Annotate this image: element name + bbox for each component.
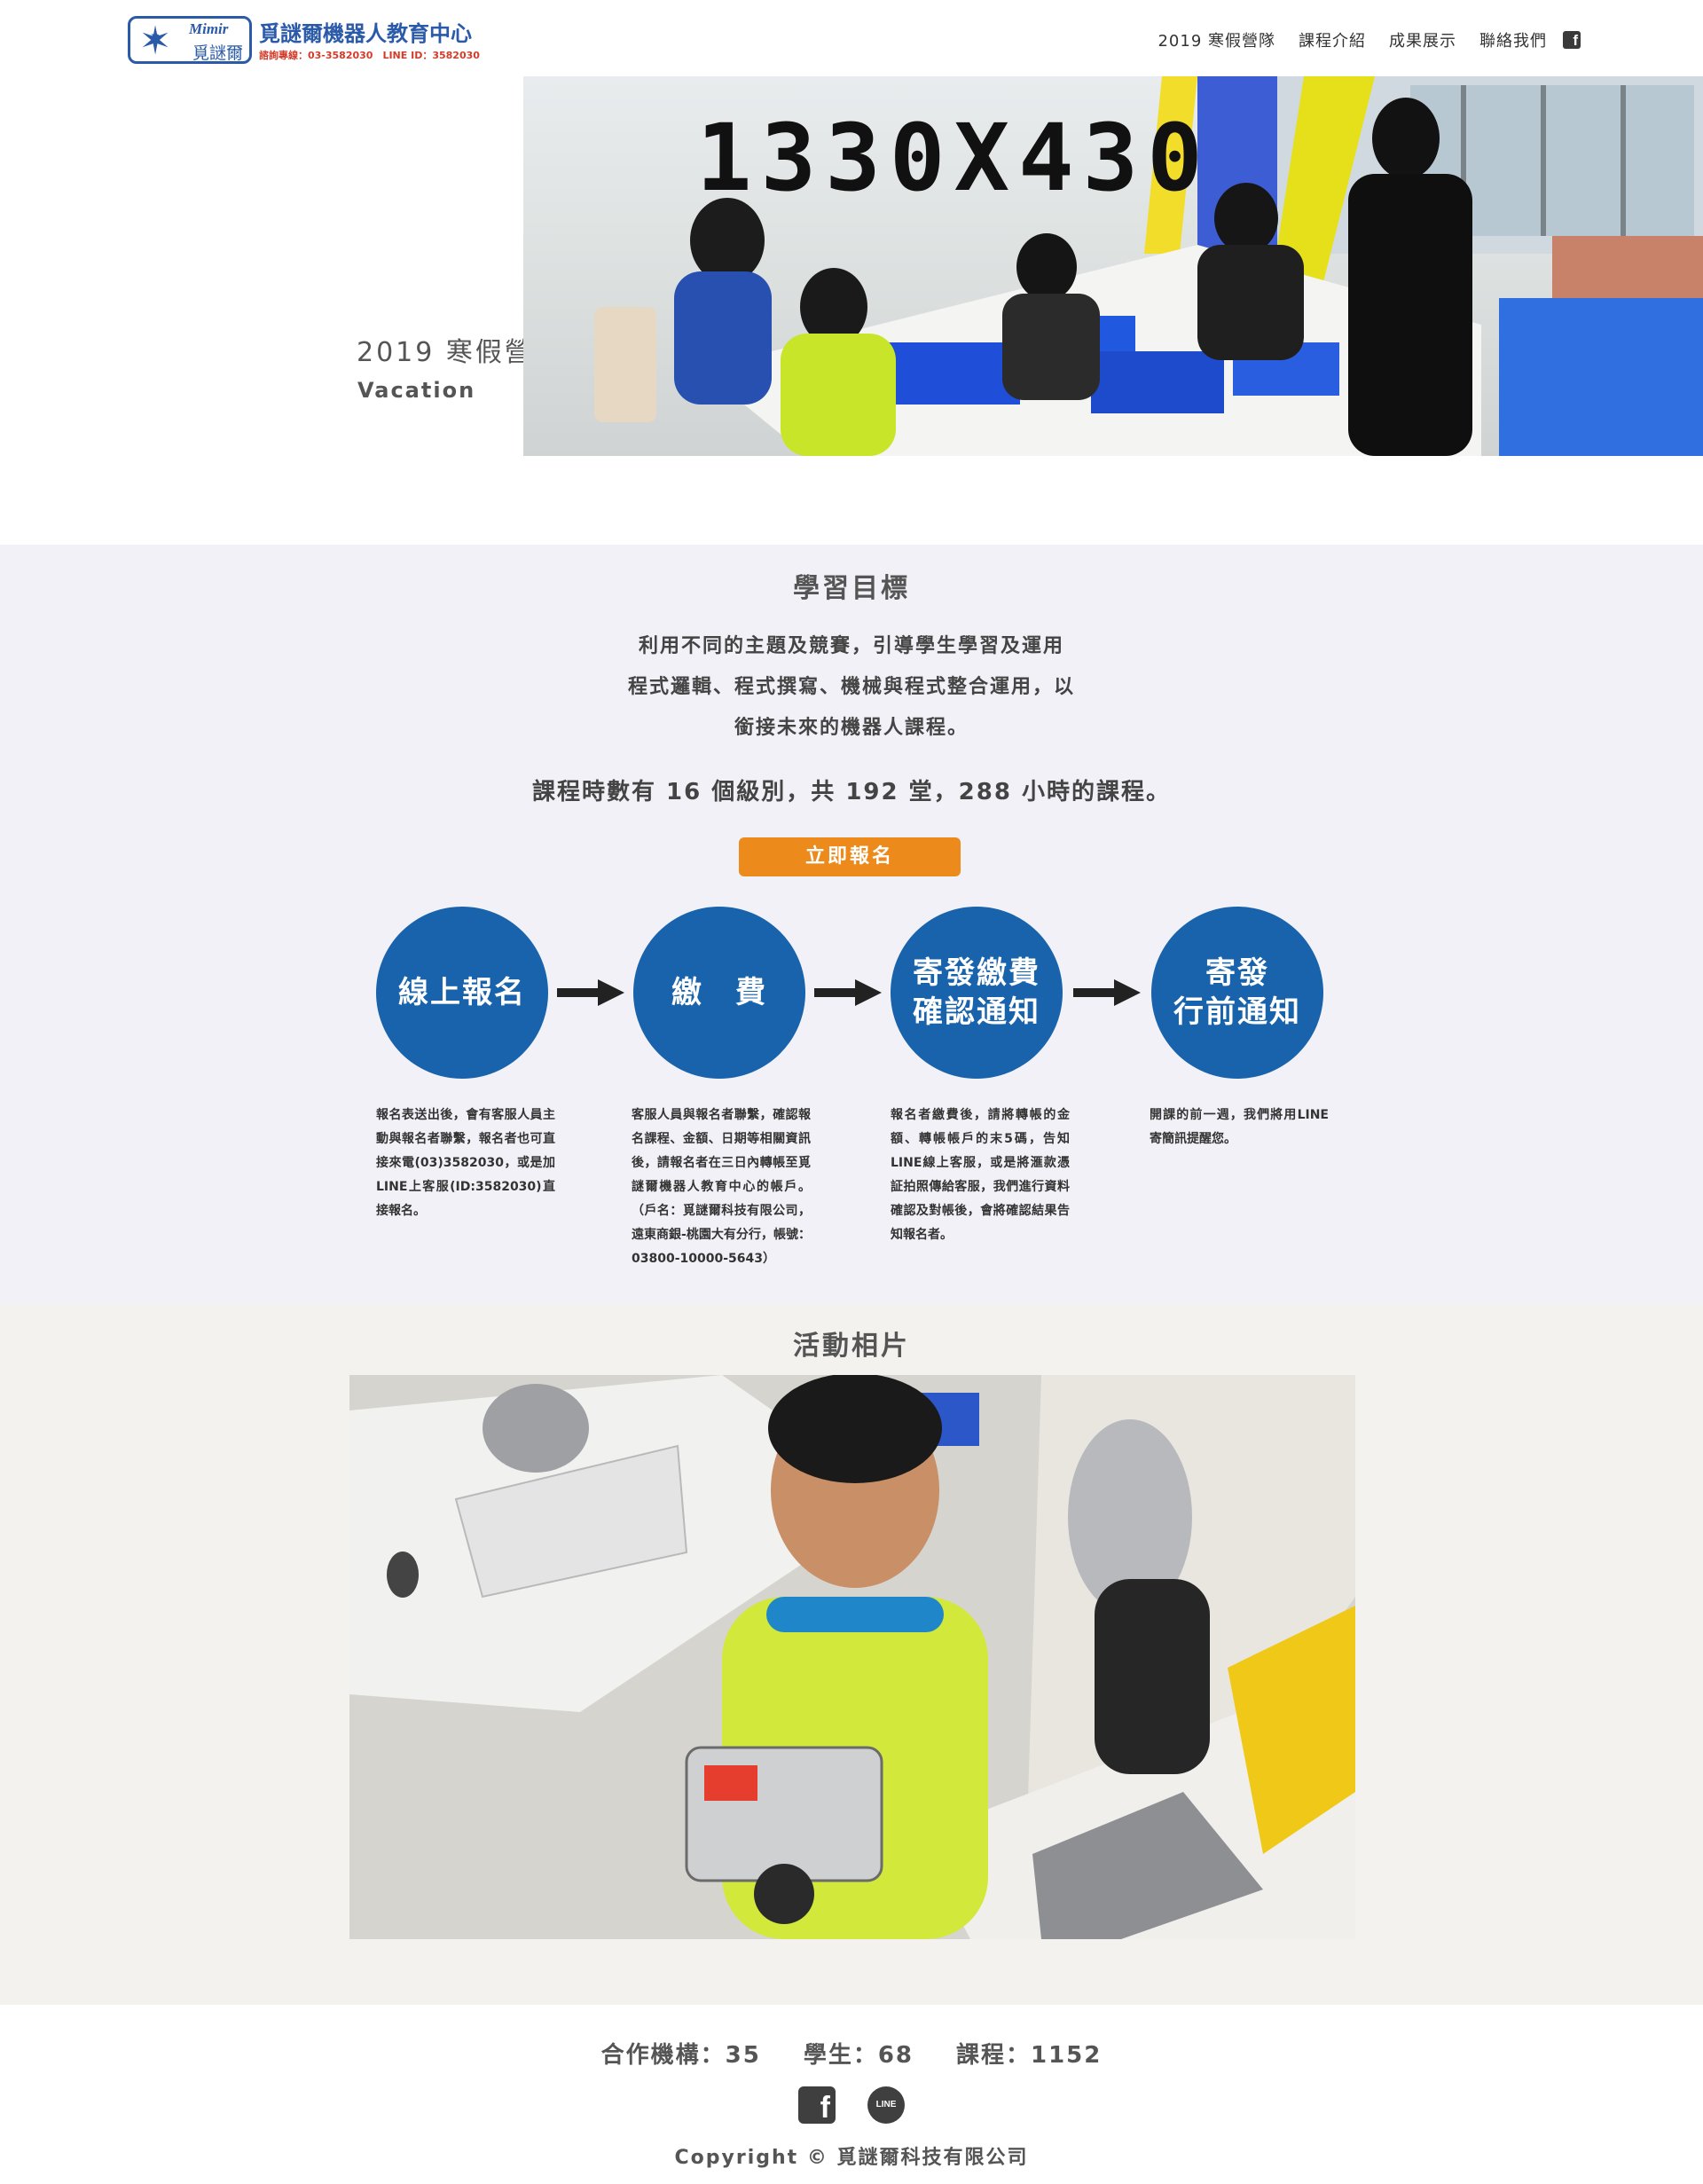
nav-courses[interactable]: 課程介紹 [1299, 28, 1366, 51]
site-contact-line: 諮詢專線：03-3582030 LINE ID：3582030 [259, 50, 480, 61]
facebook-icon[interactable]: f [1563, 31, 1581, 49]
nav-showcase[interactable]: 成果展示 [1389, 28, 1456, 51]
step-description: 客服人員與報名者聯繫，確認報名課程、金額、日期等相關資訊後，請報名者在三日內轉帳… [632, 1108, 811, 1266]
step-online-signup: 線上報名 [376, 907, 548, 1079]
hero-banner: 2019 寒假營隊 Vacation 1330X430 [0, 76, 1703, 456]
step-description: 報名表送出後，會有客服人員主動與報名者聯繫，報名者也可直接來電(03)35820… [376, 1108, 555, 1218]
step-description: 報名者繳費後，請將轉帳的金額、轉帳帳戶的末5碼，告知LINE線上客服，或是將滙款… [891, 1108, 1070, 1242]
photos-title: 活動相片 [793, 1331, 910, 1362]
course-hours-text: 課程時數有 16 個級別，共 192 堂，288 小時的課程。 [532, 779, 1171, 805]
nav-winter-camp[interactable]: 2019 寒假營隊 [1158, 28, 1275, 51]
goals-description: 利用不同的主題及競賽，引導學生學習及運用 程式邏輯、程式撰寫、機械與程式整合運用… [0, 626, 1703, 749]
social-links: f LINE [0, 2086, 1703, 2125]
logo-zh-text: 覓謎爾 [192, 43, 244, 63]
signup-button[interactable]: 立即報名 [739, 837, 961, 876]
goals-line: 銜接未來的機器人課程。 [734, 717, 969, 739]
learning-goals-section: 學習目標 利用不同的主題及競賽，引導學生學習及運用 程式邏輯、程式撰寫、機械與程… [0, 545, 1703, 1304]
arrow-right-icon [557, 979, 624, 1006]
step-label: 線上報名 [398, 975, 526, 1010]
line-icon[interactable]: LINE [867, 2086, 905, 2124]
activity-photo[interactable] [349, 1375, 1355, 1939]
logo-r-mark: R [151, 32, 161, 47]
stat-partners: 合作機構：35 [600, 2042, 761, 2069]
activity-photos-section: 活動相片 [0, 1304, 1703, 2005]
site-header: ✶ R Mimir 覓謎爾 覓謎爾機器人教育中心 諮詢專線：03-3582030… [0, 0, 1703, 76]
goals-line: 利用不同的主題及競賽，引導學生學習及運用 [638, 635, 1064, 657]
logo-badge: ✶ R Mimir 覓謎爾 [128, 16, 252, 64]
step-label: 寄發 [1205, 955, 1269, 991]
step-payment: 繳 費 [633, 907, 805, 1079]
stat-students: 學生：68 [803, 2042, 914, 2069]
hero-classroom-image: 1330X430 [594, 76, 1703, 456]
arrow-right-icon [814, 979, 882, 1006]
hero-subtitle: Vacation [357, 378, 476, 403]
main-nav: 2019 寒假營隊 課程介紹 成果展示 聯絡我們 f [1134, 27, 1581, 53]
arrow-right-icon [1073, 979, 1141, 1006]
hero-photo: 1330X430 [523, 76, 1703, 456]
step-label: 寄發繳費 [913, 955, 1040, 991]
site-title: 覓謎爾機器人教育中心 [259, 21, 472, 46]
stats-bar: 合作機構：35 學生：68 課程：1152 [0, 2037, 1703, 2070]
step-pre-trip-notice: 寄發 行前通知 [1151, 907, 1323, 1079]
step-label: 繳 費 [671, 975, 767, 1010]
site-footer: 合作機構：35 學生：68 課程：1152 f LINE Copyright ©… [0, 2005, 1703, 2184]
activity-photo-image [349, 1375, 1355, 1939]
site-logo[interactable]: ✶ R Mimir 覓謎爾 覓謎爾機器人教育中心 諮詢專線：03-3582030… [128, 16, 480, 64]
goals-title: 學習目標 [793, 573, 910, 604]
step-label: 確認通知 [913, 994, 1040, 1030]
step-description: 開課的前一週，我們將用LINE寄簡訊提醒您。 [1150, 1108, 1329, 1146]
logo-en-text: Mimir [189, 20, 229, 37]
nav-contact[interactable]: 聯絡我們 [1479, 28, 1547, 51]
hero-size-label: 1330X430 [696, 104, 1212, 212]
stat-courses: 課程：1152 [956, 2042, 1103, 2069]
copyright: Copyright © 覓謎爾科技有限公司 [674, 2147, 1029, 2169]
step-label: 行前通知 [1173, 994, 1301, 1030]
step-payment-confirmation: 寄發繳費 確認通知 [891, 907, 1063, 1079]
goals-line: 程式邏輯、程式撰寫、機械與程式整合運用，以 [627, 676, 1075, 698]
facebook-icon[interactable]: f [798, 2086, 836, 2125]
